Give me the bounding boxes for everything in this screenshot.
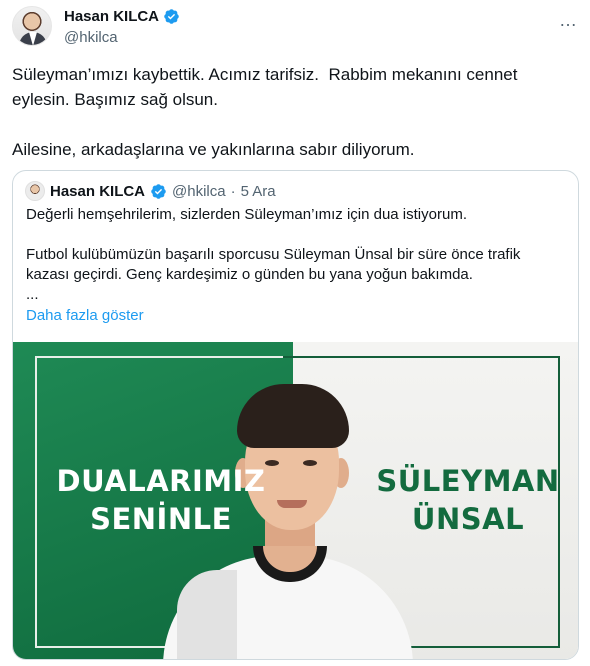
verified-badge-icon: [151, 183, 166, 199]
quoted-tweet-date[interactable]: 5 Ara: [241, 183, 276, 200]
author-handle[interactable]: @hkilca: [64, 29, 118, 46]
quoted-author-avatar: [25, 181, 45, 201]
quoted-tweet-header: Hasan KILCA @hkilca · 5 Ara: [25, 181, 276, 201]
verified-badge-icon: [164, 9, 179, 24]
player-smile: [277, 500, 307, 508]
meta-separator: ·: [230, 182, 236, 200]
tweet-text: Süleyman’ımızı kaybettik. Acımız tarifsi…: [12, 65, 518, 159]
player-jersey-shade: [177, 570, 237, 659]
image-player-name: SÜLEYMAN ÜNSAL: [363, 462, 573, 538]
quoted-author-name: Hasan KILCA: [50, 182, 146, 200]
author-avatar[interactable]: [12, 6, 52, 46]
show-more-link[interactable]: Daha fazla göster: [26, 307, 144, 324]
quoted-author-handle: @hkilca: [172, 182, 226, 200]
tweet-header: Hasan KILCA @hkilca …: [12, 6, 582, 50]
quoted-tweet[interactable]: Hasan KILCA @hkilca · 5 Ara Değerli hemş…: [12, 170, 579, 660]
image-slogan: DUALARIMIZ SENİNLE: [41, 462, 281, 538]
player-hair: [237, 384, 349, 448]
quoted-tweet-text: Değerli hemşehrilerim, sizlerden Süleyma…: [26, 206, 521, 303]
player-last-name: ÜNSAL: [411, 502, 525, 536]
author-name-row: Hasan KILCA: [64, 8, 180, 25]
player-first-name: SÜLEYMAN: [376, 464, 560, 498]
slogan-line-2: SENİNLE: [90, 502, 232, 536]
more-options-icon[interactable]: …: [559, 10, 578, 31]
author-name[interactable]: Hasan KILCA: [64, 8, 159, 25]
quoted-tweet-image[interactable]: DUALARIMIZ SENİNLE SÜLEYMAN ÜNSAL: [13, 342, 578, 659]
player-eye-right: [303, 460, 317, 466]
slogan-line-1: DUALARIMIZ: [56, 464, 266, 498]
